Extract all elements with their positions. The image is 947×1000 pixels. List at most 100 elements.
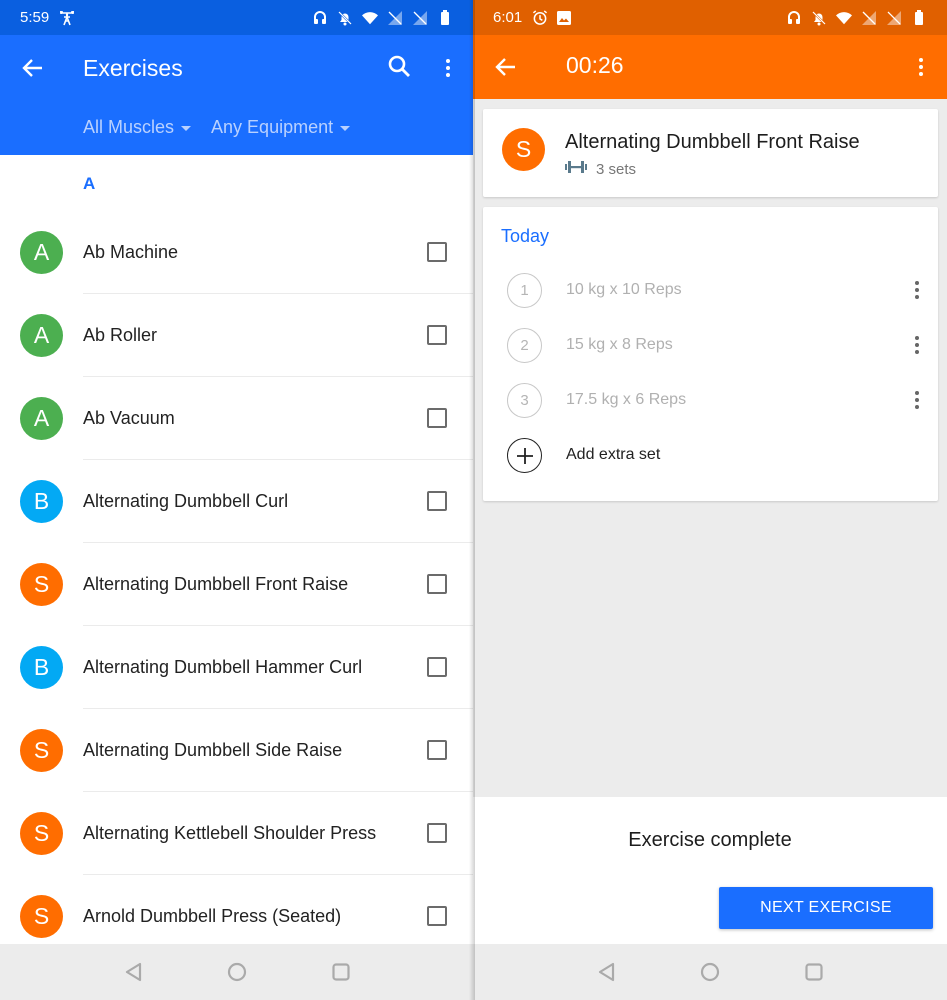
exercise-list-item[interactable]: S Alternating Dumbbell Front Raise [0, 543, 473, 626]
system-nav-bar [0, 944, 473, 1000]
exercise-name: Alternating Dumbbell Curl [83, 491, 289, 511]
set-row[interactable]: 3 17.5 kg x 6 Reps [483, 373, 938, 428]
set-details: 17.5 kg x 6 Reps [566, 391, 687, 408]
image-icon [556, 10, 572, 26]
chevron-down-icon [181, 126, 192, 131]
more-vert-icon[interactable] [438, 53, 458, 83]
dumbbell-icon [565, 160, 587, 178]
exercise-list-item[interactable]: A Ab Machine [0, 211, 473, 294]
headset-icon [786, 10, 802, 26]
headset-icon [312, 10, 328, 26]
chevron-down-icon [340, 126, 351, 131]
sets-log-card: Today 1 10 kg x 10 Reps 2 15 kg x 8 Reps 3 17… [483, 207, 938, 501]
dual-screenshot: 5:59 Exercises All Muscles Any Equipment… [0, 0, 947, 1000]
exercises-screen: 5:59 Exercises All Muscles Any Equipment… [0, 0, 473, 1000]
exercise-list-item[interactable]: B Alternating Dumbbell Hammer Curl [0, 626, 473, 709]
exercise-header-card: S Alternating Dumbbell Front Raise 3 set… [483, 109, 938, 197]
exercise-avatar: S [502, 128, 545, 171]
status-time: 6:01 [493, 9, 523, 26]
exercise-checkbox[interactable] [427, 906, 447, 926]
sets-count: 3 sets [596, 160, 637, 178]
exercise-list: A Ab Machine A Ab Roller A Ab Vacuum B Alternat… [0, 211, 473, 958]
exercise-avatar: A [20, 314, 63, 357]
nav-recents-icon[interactable] [325, 956, 357, 988]
more-vert-icon[interactable] [911, 277, 923, 303]
exercise-avatar: A [20, 397, 63, 440]
exercise-avatar: B [20, 480, 63, 523]
exercise-checkbox[interactable] [427, 491, 447, 511]
workout-screen: 6:01 00:26 S Alternating Dumbbell Front … [473, 0, 947, 1000]
exercise-list-item[interactable]: A Ab Vacuum [0, 377, 473, 460]
no-signal-icon [886, 10, 902, 26]
nav-recents-icon[interactable] [798, 956, 830, 988]
bell-off-icon [337, 10, 353, 26]
section-header: A [83, 174, 96, 193]
status-bar: 5:59 [0, 0, 473, 35]
muscle-filter-dropdown[interactable]: All Muscles [83, 117, 192, 138]
equipment-filter-dropdown[interactable]: Any Equipment [211, 117, 351, 138]
exercise-avatar: S [20, 729, 63, 772]
exercise-checkbox[interactable] [427, 408, 447, 428]
exercise-checkbox[interactable] [427, 325, 447, 345]
exercise-list-item[interactable]: S Alternating Kettlebell Shoulder Press [0, 792, 473, 875]
exercise-checkbox[interactable] [427, 823, 447, 843]
alarm-icon [532, 10, 548, 26]
exercise-avatar: S [20, 895, 63, 938]
filter-bar: All Muscles Any Equipment [83, 117, 351, 138]
exercise-checkbox[interactable] [427, 740, 447, 760]
bell-off-icon [811, 10, 827, 26]
status-time: 5:59 [20, 9, 50, 26]
search-icon[interactable] [386, 53, 414, 81]
battery-icon [437, 10, 453, 26]
set-row[interactable]: 2 15 kg x 8 Reps [483, 318, 938, 373]
battery-icon [911, 10, 927, 26]
more-vert-icon[interactable] [911, 387, 923, 413]
weightlifter-icon [59, 10, 75, 26]
wifi-icon [362, 10, 378, 26]
exercise-checkbox[interactable] [427, 574, 447, 594]
no-signal-icon [861, 10, 877, 26]
arrow-back-icon[interactable] [491, 52, 521, 82]
exercise-name: Alternating Dumbbell Hammer Curl [83, 657, 363, 677]
exercise-avatar: A [20, 231, 63, 274]
exercise-name: Alternating Kettlebell Shoulder Press [83, 823, 377, 843]
set-number-badge: 1 [507, 273, 542, 308]
set-number-badge: 2 [507, 328, 542, 363]
exercise-avatar: S [20, 563, 63, 606]
next-exercise-button[interactable]: NEXT EXERCISE [719, 887, 933, 929]
nav-home-icon[interactable] [694, 956, 726, 988]
more-vert-icon[interactable] [911, 332, 923, 358]
exercise-name: Ab Machine [83, 242, 179, 262]
system-nav-bar [473, 944, 947, 1000]
nav-back-icon[interactable] [117, 956, 149, 988]
no-signal-icon [387, 10, 403, 26]
exercise-avatar: S [20, 812, 63, 855]
wifi-icon [836, 10, 852, 26]
add-extra-set-label: Add extra set [566, 446, 661, 463]
arrow-back-icon[interactable] [18, 53, 48, 83]
log-heading: Today [501, 226, 550, 246]
app-bar: Exercises All Muscles Any Equipment [0, 35, 473, 155]
exercise-name: Ab Vacuum [83, 408, 175, 428]
nav-back-icon[interactable] [590, 956, 622, 988]
exercise-name: Alternating Dumbbell Front Raise [83, 574, 349, 594]
exercise-list-item[interactable]: B Alternating Dumbbell Curl [0, 460, 473, 543]
no-signal-icon [412, 10, 428, 26]
set-row[interactable]: 1 10 kg x 10 Reps [483, 263, 938, 318]
status-bar: 6:01 [473, 0, 947, 35]
exercise-checkbox[interactable] [427, 657, 447, 677]
exercise-avatar: B [20, 646, 63, 689]
exercise-list-item[interactable]: A Ab Roller [0, 294, 473, 377]
exercise-checkbox[interactable] [427, 242, 447, 262]
set-details: 10 kg x 10 Reps [566, 281, 682, 298]
page-title: Exercises [83, 55, 183, 81]
exercise-name: Ab Roller [83, 325, 158, 345]
exercise-name: Arnold Dumbbell Press (Seated) [83, 906, 342, 926]
more-vert-icon[interactable] [911, 52, 931, 82]
exercise-list-item[interactable]: S Alternating Dumbbell Side Raise [0, 709, 473, 792]
completion-panel: Exercise complete NEXT EXERCISE [473, 797, 947, 944]
nav-home-icon[interactable] [221, 956, 253, 988]
add-extra-set-button[interactable]: Add extra set [483, 428, 938, 483]
exercise-name: Alternating Dumbbell Side Raise [83, 740, 343, 760]
exercise-title: Alternating Dumbbell Front Raise [565, 131, 860, 153]
